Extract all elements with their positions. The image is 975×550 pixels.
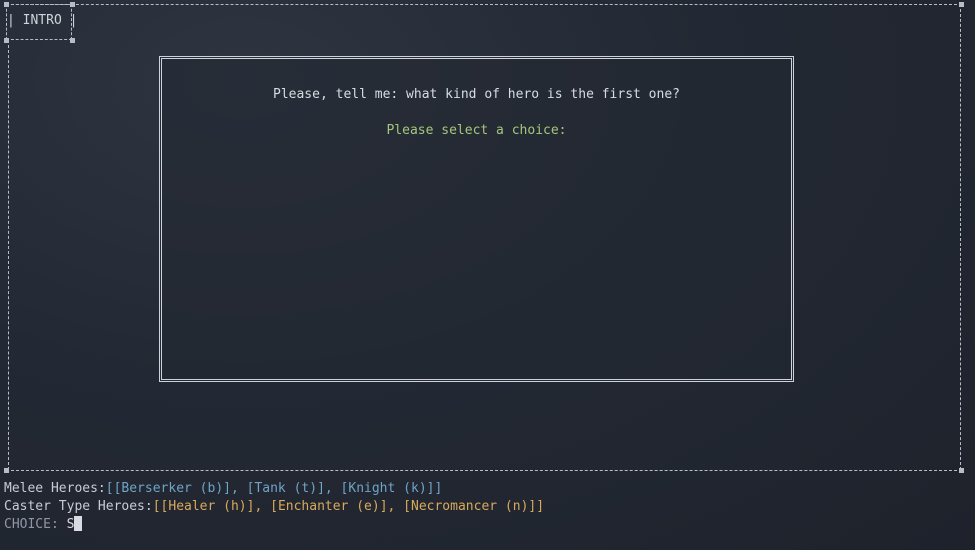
caster-heroes-options: [[Healer (h)], [Enchanter (e)], [Necroma… — [152, 499, 545, 514]
pane-top-border — [6, 4, 962, 5]
pane-left-border — [8, 40, 9, 470]
dialog-question: Please, tell me: what kind of hero is th… — [273, 87, 680, 102]
choice-input[interactable]: S — [67, 517, 75, 532]
choice-label: CHOICE: — [4, 517, 67, 532]
corner-bottom-left — [4, 468, 9, 473]
melee-heroes-label: Melee Heroes: — [4, 481, 106, 496]
choice-prompt-line[interactable]: CHOICE: S — [4, 516, 83, 534]
text-cursor — [74, 516, 83, 531]
intro-tab-label: | INTRO | — [7, 13, 78, 28]
dialog-prompt: Please select a choice: — [386, 123, 567, 138]
terminal-window: | INTRO | Please, tell me: what kind of … — [0, 0, 975, 550]
corner-top-right — [959, 2, 964, 7]
pane-right-border — [960, 4, 961, 470]
question-dialog: Please, tell me: what kind of hero is th… — [159, 56, 794, 382]
caster-heroes-line: Caster Type Heroes:[[Healer (h)], [Encha… — [4, 498, 544, 516]
pane-bottom-border — [6, 470, 962, 471]
corner-bottom-right — [959, 468, 964, 473]
caster-heroes-label: Caster Type Heroes: — [4, 499, 153, 514]
melee-heroes-line: Melee Heroes:[[Berserker (b)], [Tank (t)… — [4, 480, 442, 498]
melee-heroes-options: [[Berserker (b)], [Tank (t)], [Knight (k… — [105, 481, 443, 496]
